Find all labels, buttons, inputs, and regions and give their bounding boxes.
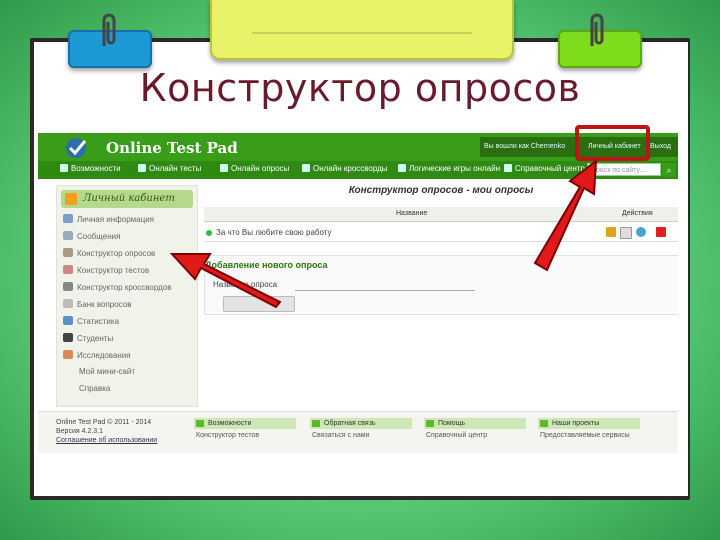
arrow-to-survey-builder-icon bbox=[169, 253, 282, 309]
arrow-to-cabinet-icon bbox=[533, 158, 598, 272]
annotation-arrows bbox=[169, 158, 598, 309]
